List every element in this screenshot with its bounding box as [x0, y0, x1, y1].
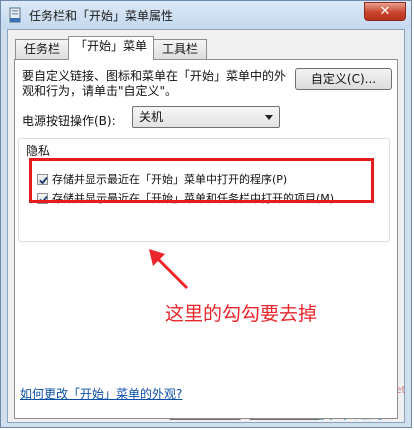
tab-label: 工具栏	[161, 42, 198, 56]
window-title: 任务栏和「开始」菜单属性	[29, 9, 174, 23]
customize-description: 要自定义链接、图标和菜单在「开始」菜单中的外观和行为，请单击"自定义"。	[22, 69, 287, 98]
close-button[interactable]: ✕	[364, 2, 406, 21]
annotation-arrow-icon	[149, 249, 189, 290]
customize-button[interactable]: 自定义(C)...	[295, 68, 392, 90]
tab-toolbars[interactable]: 工具栏	[153, 39, 207, 59]
properties-window: 任务栏和「开始」菜单属性 ✕ 任务栏 「开始」菜单 工具栏 要自定义链接、图标和…	[0, 0, 412, 428]
tab-label: 任务栏	[23, 42, 60, 56]
power-button-value: 关机	[139, 110, 164, 124]
highlight-box	[29, 158, 374, 203]
close-icon: ✕	[379, 4, 391, 19]
dialog-client-area: 任务栏 「开始」菜单 工具栏 要自定义链接、图标和菜单在「开始」菜单中的外观和行…	[7, 29, 405, 423]
tab-start-menu[interactable]: 「开始」菜单	[68, 36, 154, 60]
help-link[interactable]: 如何更改「开始」菜单的外观?	[20, 385, 182, 402]
taskbar-properties-icon	[9, 7, 21, 23]
start-menu-panel: 要自定义链接、图标和菜单在「开始」菜单中的外观和行为，请单击"自定义"。 自定义…	[14, 59, 398, 419]
tab-label: 「开始」菜单	[74, 39, 147, 53]
power-button-label: 电源按钮操作(B):	[22, 114, 116, 128]
privacy-group-title: 隐私	[25, 142, 52, 159]
power-button-select[interactable]: 关机	[132, 106, 280, 128]
tab-taskbar[interactable]: 任务栏	[15, 39, 69, 59]
chevron-down-icon	[265, 115, 273, 120]
title-bar[interactable]: 任务栏和「开始」菜单属性 ✕	[1, 1, 411, 29]
annotation-text: 这里的勾勾要去掉	[165, 303, 318, 325]
